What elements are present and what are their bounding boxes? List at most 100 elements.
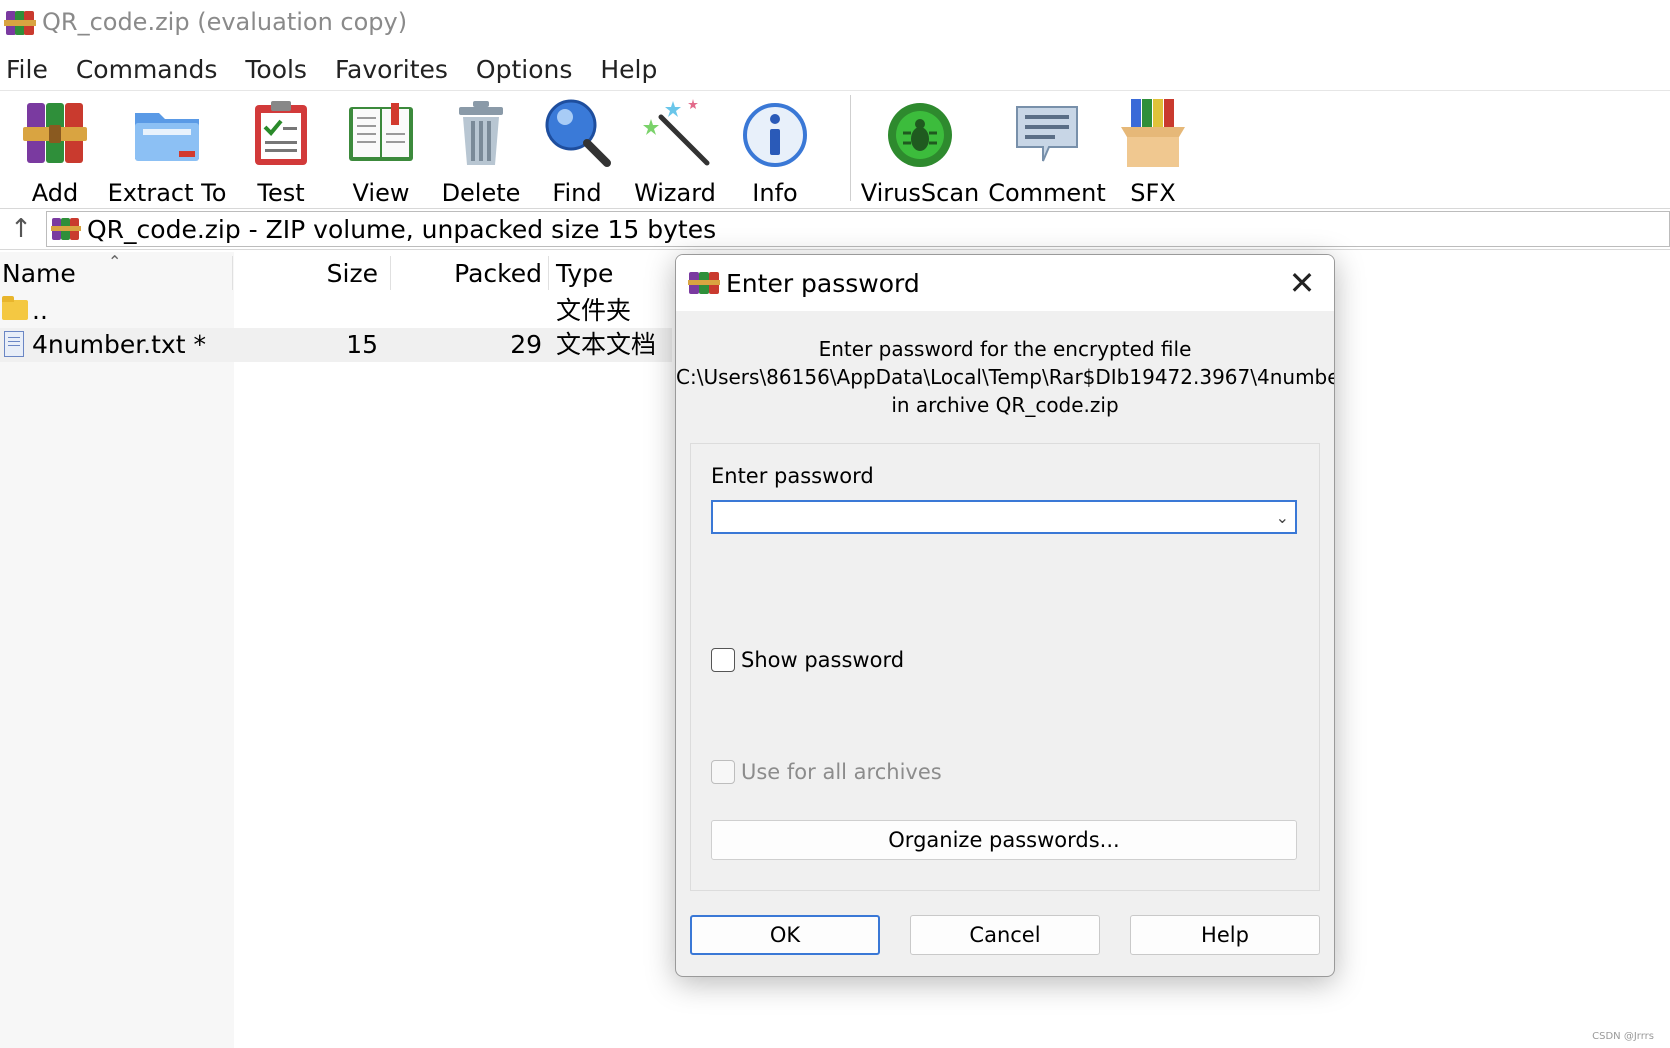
winrar-app-icon	[4, 7, 36, 37]
test-label: Test	[257, 179, 305, 207]
info-button[interactable]: Info	[720, 91, 830, 207]
sort-ascending-icon: ⌃	[108, 252, 122, 271]
add-label: Add	[31, 179, 79, 207]
address-field[interactable]: QR_code.zip - ZIP volume, unpacked size …	[46, 211, 1670, 247]
menu-file[interactable]: File	[0, 55, 62, 84]
use-for-all-label: Use for all archives	[741, 760, 942, 784]
folder-icon	[2, 296, 28, 320]
organize-passwords-button[interactable]: Organize passwords...	[711, 820, 1297, 860]
menu-favorites[interactable]: Favorites	[321, 55, 462, 84]
view-label: View	[352, 179, 410, 207]
column-header-packed[interactable]: Packed	[394, 252, 546, 294]
view-book-icon	[345, 97, 417, 169]
menu-options[interactable]: Options	[462, 55, 586, 84]
winrar-dialog-icon	[688, 269, 720, 297]
menu-tools[interactable]: Tools	[231, 55, 321, 84]
delete-label: Delete	[441, 179, 521, 207]
file-size	[236, 294, 386, 328]
show-password-checkbox[interactable]: Show password	[711, 648, 904, 672]
password-panel: Enter password ⌄ Show password Use for a…	[690, 443, 1320, 891]
column-header-name-label: Name	[2, 258, 76, 288]
add-archive-icon	[19, 97, 91, 169]
extract-to-button[interactable]: Extract To	[102, 91, 232, 207]
password-label: Enter password	[711, 464, 874, 488]
column-divider[interactable]	[232, 256, 233, 290]
find-label: Find	[552, 179, 602, 207]
watermark: CSDN @Jrrrs	[1592, 1031, 1654, 1042]
file-name: 4number.txt *	[32, 330, 206, 359]
delete-trash-icon	[445, 97, 517, 169]
toolbar: Add Extract To Test View Delete Find Wiz…	[0, 90, 1670, 208]
add-button[interactable]: Add	[0, 91, 110, 207]
delete-button[interactable]: Delete	[426, 91, 536, 207]
file-type: 文件夹	[556, 296, 632, 325]
wizard-button[interactable]: Wizard	[620, 91, 730, 207]
message-line: Enter password for the encrypted file	[818, 337, 1192, 361]
column-header-size[interactable]: Size	[236, 252, 386, 294]
find-button[interactable]: Find	[522, 91, 632, 207]
file-size: 15	[346, 330, 378, 359]
wizard-wand-icon	[639, 97, 711, 169]
use-for-all-archives-checkbox: Use for all archives	[711, 760, 942, 784]
column-header-type-label: Type	[556, 258, 614, 288]
list-item[interactable]: 4number.txt * 15 29 文本文档	[0, 328, 672, 362]
comment-label: Comment	[988, 179, 1106, 207]
menu-help[interactable]: Help	[586, 55, 671, 84]
file-packed	[394, 294, 546, 328]
sfx-label: SFX	[1130, 179, 1176, 207]
column-header-packed-label: Packed	[454, 258, 542, 288]
info-label: Info	[752, 179, 798, 207]
ok-button[interactable]: OK	[690, 915, 880, 955]
checkbox-box	[711, 760, 735, 784]
chevron-down-icon[interactable]: ⌄	[1276, 508, 1289, 527]
column-header-size-label: Size	[326, 258, 378, 288]
message-archive: in archive QR_code.zip	[891, 393, 1119, 417]
comment-button[interactable]: Comment	[982, 91, 1112, 207]
column-divider[interactable]	[390, 256, 391, 290]
find-magnifier-icon	[541, 97, 613, 169]
info-icon	[739, 97, 811, 169]
wizard-label: Wizard	[634, 179, 716, 207]
virusscan-bug-icon	[884, 97, 956, 169]
enter-password-dialog: Enter password ✕ Enter password for the …	[675, 254, 1335, 977]
cancel-button[interactable]: Cancel	[910, 915, 1100, 955]
message-file-path: C:\Users\86156\AppData\Local\Temp\Rar$DI…	[676, 365, 1334, 389]
comment-icon	[1011, 97, 1083, 169]
dialog-message: Enter password for the encrypted file C:…	[676, 335, 1334, 419]
archive-icon	[51, 215, 81, 243]
file-packed: 29	[510, 330, 542, 359]
name-column-band	[0, 252, 234, 1048]
sfx-button[interactable]: SFX	[1098, 91, 1208, 207]
column-header-name[interactable]: Name ⌃	[2, 252, 232, 294]
show-password-label: Show password	[741, 648, 905, 672]
password-combobox[interactable]: ⌄	[711, 500, 1297, 534]
password-input[interactable]	[713, 502, 1253, 532]
dialog-title-bar: Enter password ✕	[676, 255, 1334, 311]
sfx-box-icon	[1117, 97, 1189, 169]
test-clipboard-icon	[245, 97, 317, 169]
menu-commands[interactable]: Commands	[62, 55, 232, 84]
extract-folder-icon	[131, 97, 203, 169]
text-file-icon	[4, 331, 24, 357]
up-arrow-icon[interactable]: ↑	[8, 215, 34, 243]
view-button[interactable]: View	[326, 91, 436, 207]
help-button[interactable]: Help	[1130, 915, 1320, 955]
checkbox-box[interactable]	[711, 648, 735, 672]
dialog-title: Enter password	[726, 268, 920, 298]
test-button[interactable]: Test	[226, 91, 336, 207]
list-item[interactable]: .. 文件夹	[0, 294, 672, 328]
toolbar-separator	[850, 95, 851, 201]
file-type: 文本文档	[556, 330, 657, 359]
extract-to-label: Extract To	[107, 179, 227, 207]
menu-bar: File Commands Tools Favorites Options He…	[0, 48, 671, 90]
column-header-type[interactable]: Type	[556, 252, 666, 294]
close-icon[interactable]: ✕	[1284, 265, 1320, 301]
column-divider[interactable]	[548, 256, 549, 290]
virusscan-button[interactable]: VirusScan	[860, 91, 980, 207]
title-bar: QR_code.zip (evaluation copy)	[0, 0, 1670, 44]
file-name: ..	[32, 296, 48, 325]
window-title: QR_code.zip (evaluation copy)	[42, 8, 408, 36]
virusscan-label: VirusScan	[860, 179, 980, 207]
address-text: QR_code.zip - ZIP volume, unpacked size …	[87, 214, 717, 244]
address-bar: ↑ QR_code.zip - ZIP volume, unpacked siz…	[0, 208, 1670, 250]
